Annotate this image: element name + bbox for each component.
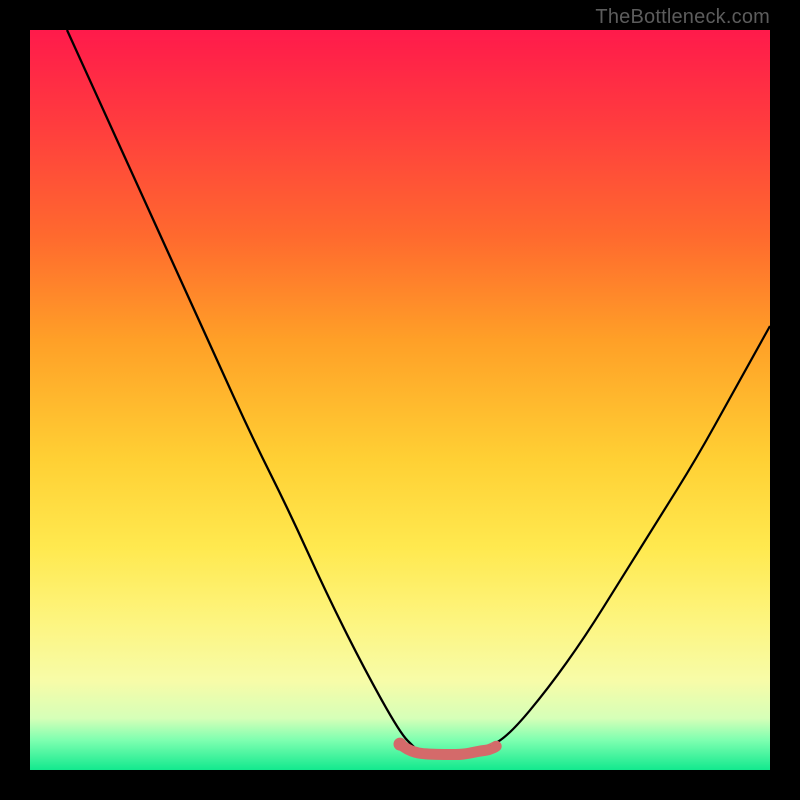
right-curve-path bbox=[489, 326, 770, 748]
credit-watermark: TheBottleneck.com bbox=[595, 6, 770, 29]
flat-segment-path bbox=[400, 744, 496, 754]
left-curve-path bbox=[67, 30, 415, 748]
flat-segment-start-dot bbox=[394, 738, 407, 751]
chart-frame: TheBottleneck.com bbox=[0, 0, 800, 800]
plot-area bbox=[30, 30, 770, 770]
curve-overlay bbox=[30, 30, 770, 770]
